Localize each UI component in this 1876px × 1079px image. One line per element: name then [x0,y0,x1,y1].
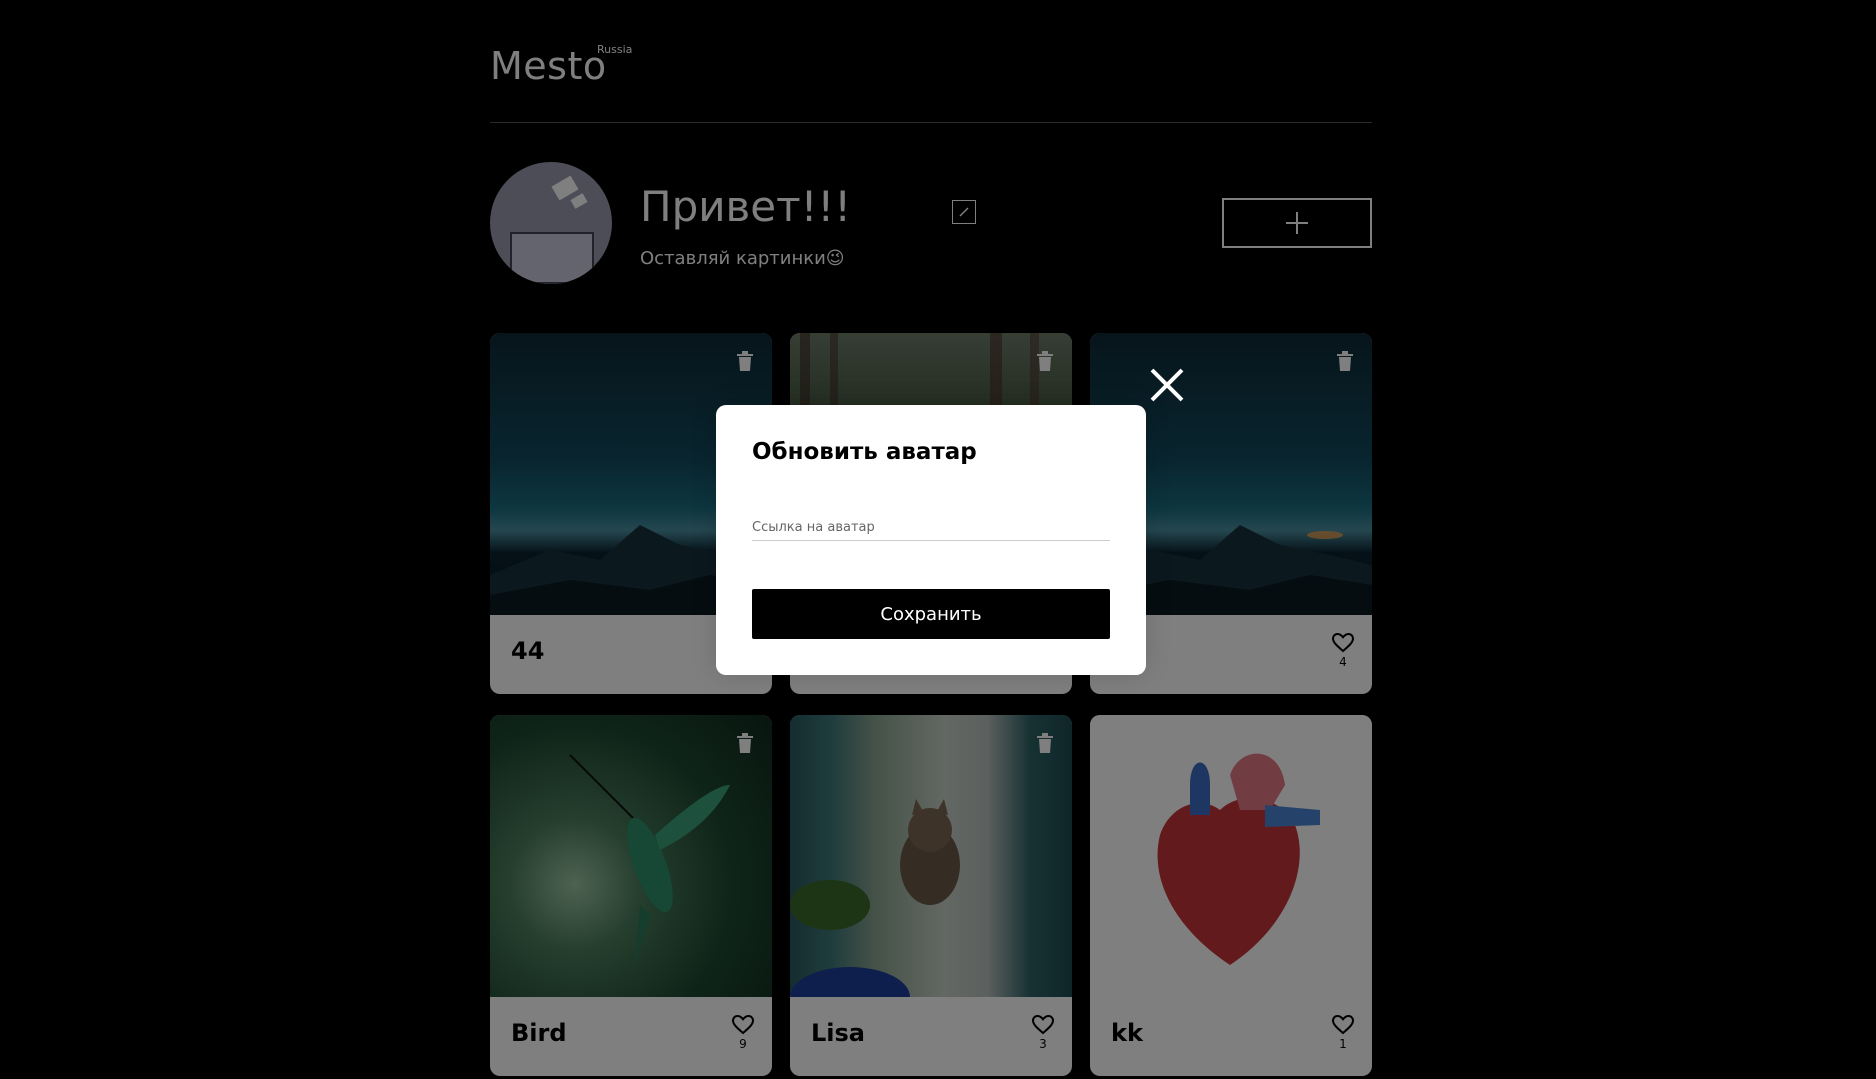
popup-close-button[interactable] [1148,366,1186,404]
avatar-link-input[interactable] [752,515,1110,541]
save-button[interactable]: Сохранить [752,589,1110,639]
popup-title: Обновить аватар [752,439,977,465]
update-avatar-popup: Обновить аватар Сохранить [716,405,1146,675]
page: Mesto Russia Привет!!! Оставляй картинки… [0,0,1876,1079]
close-icon [1150,368,1184,402]
